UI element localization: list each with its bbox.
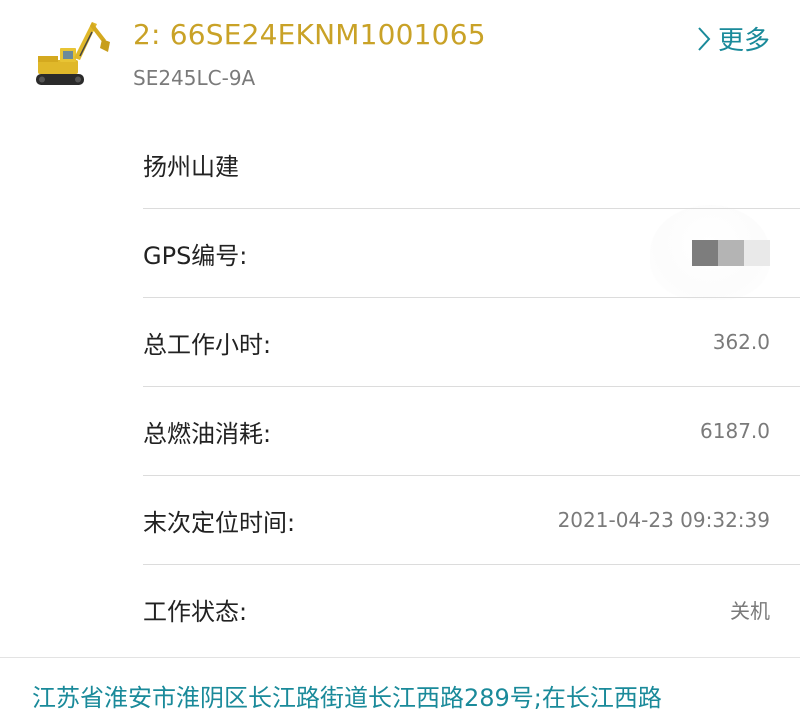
total-fuel-value: 6187.0 (700, 419, 770, 443)
work-status-value: 关机 (730, 599, 770, 623)
row-gps-number: GPS编号: (143, 209, 800, 298)
machine-detail-list: 扬州山建 GPS编号: 总工作小时: 362.0 总燃油消耗: 6187.0 末… (143, 120, 800, 654)
gps-number-label: GPS编号: (143, 241, 248, 270)
row-total-hours: 总工作小时: 362.0 (143, 298, 800, 387)
machine-header: 2: 66SE24EKNM1001065 SE245LC-9A 更多 (0, 0, 800, 120)
excavator-icon (36, 22, 110, 85)
last-location-time-value: 2021-04-23 09:32:39 (557, 508, 770, 532)
work-status-label: 工作状态: (143, 598, 248, 626)
row-last-location-time: 末次定位时间: 2021-04-23 09:32:39 (143, 476, 800, 565)
row-work-status: 工作状态: 关机 (143, 565, 800, 654)
more-button[interactable]: 更多 (696, 20, 770, 57)
row-owner: 扬州山建 (143, 120, 800, 209)
total-hours-value: 362.0 (712, 330, 770, 354)
machine-serial-title[interactable]: 2: 66SE24EKNM1001065 (133, 18, 486, 51)
total-hours-label: 总工作小时: (143, 330, 272, 359)
address-bar[interactable]: 江苏省淮安市淮阴区长江路街道长江西路289号;在长江西路 (0, 657, 800, 719)
row-total-fuel: 总燃油消耗: 6187.0 (143, 387, 800, 476)
address-link[interactable]: 江苏省淮安市淮阴区长江路街道长江西路289号;在长江西路 (32, 678, 772, 713)
chevron-right-icon (698, 26, 711, 51)
owner-label: 扬州山建 (143, 152, 239, 181)
machine-model: SE245LC-9A (133, 66, 256, 90)
gps-number-masked-value (692, 240, 770, 266)
last-location-time-label: 末次定位时间: (143, 508, 296, 537)
more-label: 更多 (717, 26, 770, 56)
total-fuel-label: 总燃油消耗: (143, 419, 272, 448)
